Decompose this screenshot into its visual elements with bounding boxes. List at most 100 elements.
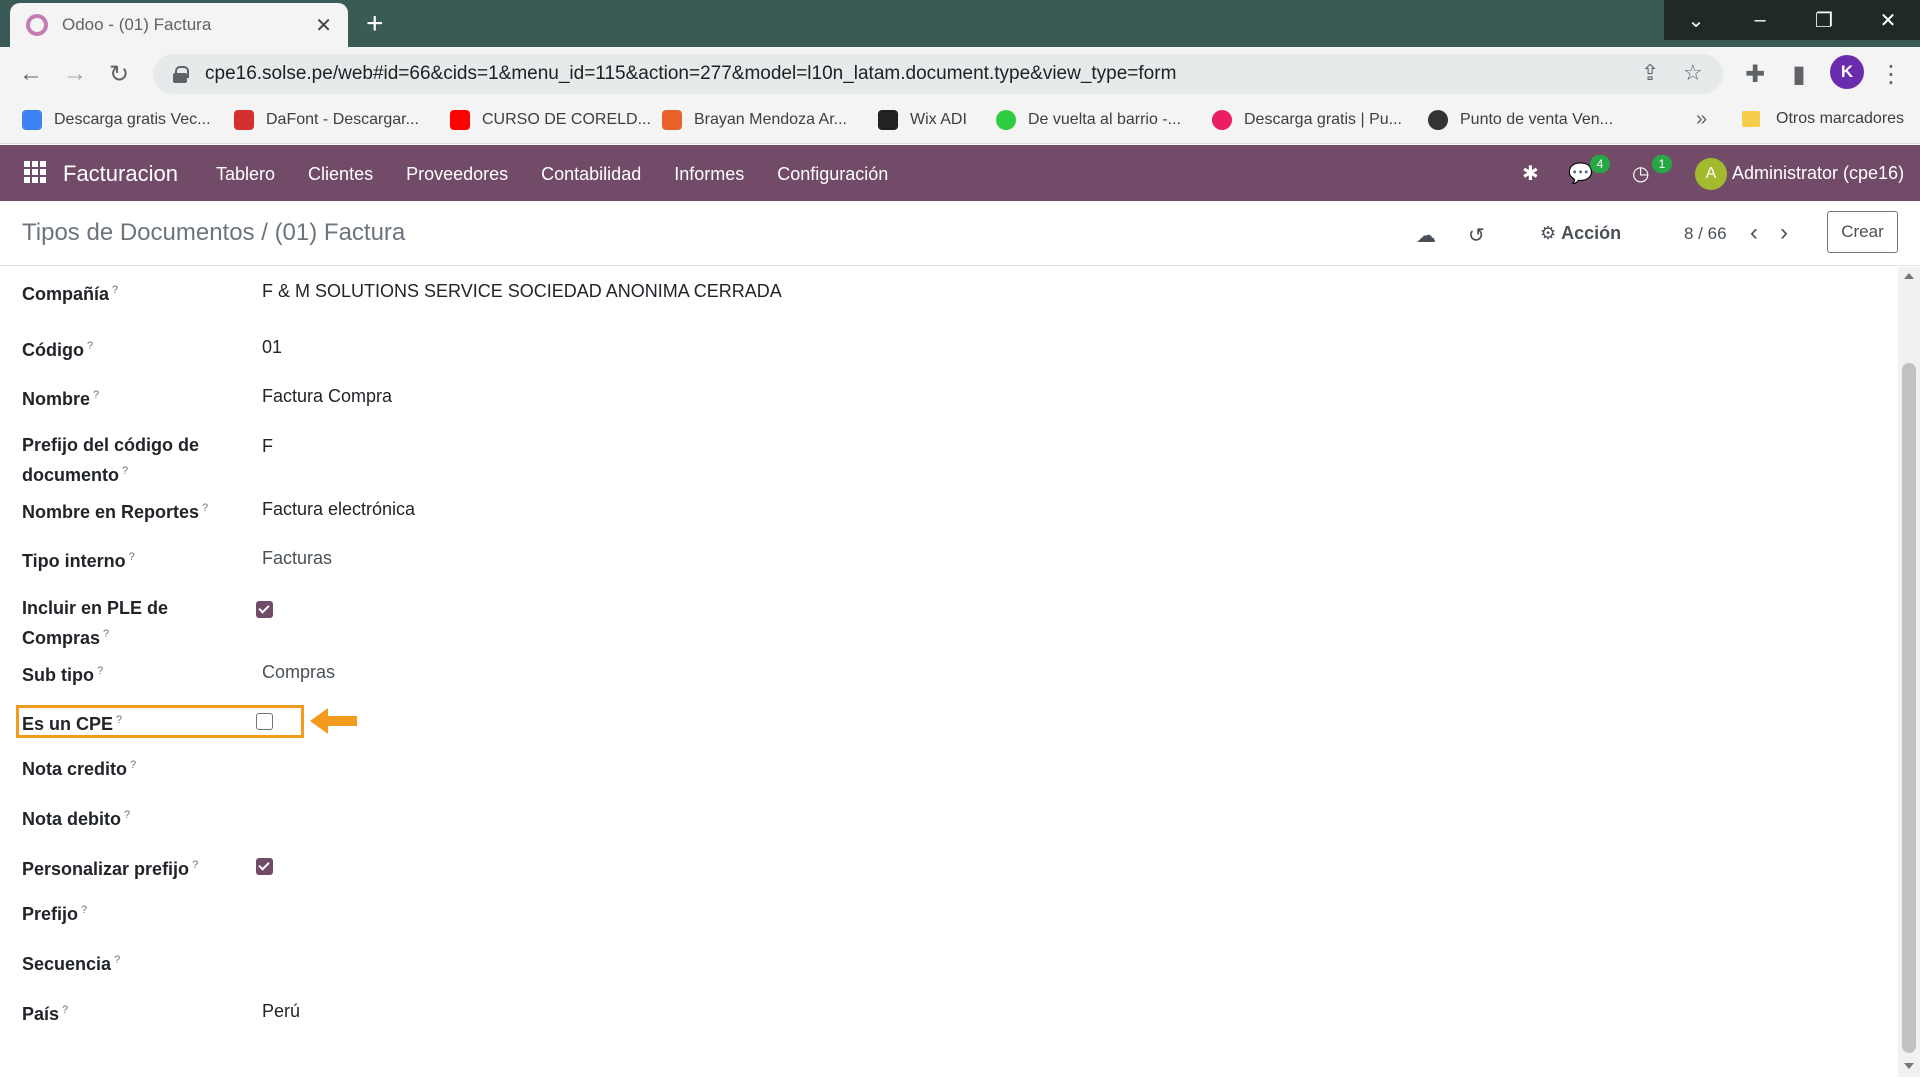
gear-icon: ⚙ xyxy=(1540,223,1557,243)
activities-badge: 1 xyxy=(1652,155,1672,173)
browser-toolbar: ← → ↻ cpe16.solse.pe/web#id=66&cids=1&me… xyxy=(0,47,1920,100)
field-value-nombre[interactable]: Factura Compra xyxy=(262,386,392,407)
main-menu: Tablero Clientes Proveedores Contabilida… xyxy=(216,164,921,185)
discard-undo-icon[interactable]: ↺ xyxy=(1468,223,1485,248)
bookmark-item[interactable]: Descarga gratis | Pu... xyxy=(1212,110,1402,130)
youtube-icon xyxy=(450,110,470,130)
field-label: Incluir en PLE de Compras? xyxy=(22,598,169,648)
bookmark-favicon-icon xyxy=(1428,110,1448,130)
extensions-icon[interactable]: ✚ xyxy=(1740,59,1770,89)
tab-search-icon[interactable]: ⌄ xyxy=(1664,0,1728,40)
field-label: Nombre? xyxy=(22,389,100,409)
save-cloud-icon[interactable]: ☁ xyxy=(1416,223,1436,248)
forward-icon[interactable]: → xyxy=(60,59,90,89)
bookmark-star-icon[interactable]: ☆ xyxy=(1683,60,1703,86)
close-tab-icon[interactable]: ✕ xyxy=(315,13,332,38)
user-menu[interactable]: Administrator (cpe16) xyxy=(1732,163,1904,184)
side-panel-icon[interactable]: ▮ xyxy=(1784,59,1814,89)
field-value-nombre-reportes[interactable]: Factura electrónica xyxy=(262,499,415,520)
personalizar-prefijo-checkbox[interactable] xyxy=(256,858,273,875)
url-text[interactable]: cpe16.solse.pe/web#id=66&cids=1&menu_id=… xyxy=(205,63,1176,85)
browser-tab[interactable]: Odoo - (01) Factura ✕ xyxy=(10,3,348,47)
menu-item-configuracion[interactable]: Configuración xyxy=(777,164,888,185)
scroll-down-icon[interactable] xyxy=(1904,1063,1914,1069)
address-bar[interactable]: cpe16.solse.pe/web#id=66&cids=1&menu_id=… xyxy=(153,54,1723,94)
browser-tab-bar: Odoo - (01) Factura ✕ + ⌄ – ❐ ✕ xyxy=(0,0,1920,47)
document-type-form: Compañía? F & M SOLUTIONS SERVICE SOCIED… xyxy=(0,267,1896,1077)
field-label: Prefijo? xyxy=(22,904,88,924)
reload-icon[interactable]: ↻ xyxy=(104,59,134,89)
bookmark-favicon-icon xyxy=(1212,110,1232,130)
bookmark-item[interactable]: De vuelta al barrio -... xyxy=(996,110,1181,130)
chrome-menu-icon[interactable]: ⋮ xyxy=(1876,59,1906,89)
back-icon[interactable]: ← xyxy=(16,59,46,89)
activities-clock-icon[interactable]: ◷ xyxy=(1632,161,1649,186)
pager-value[interactable]: 8 / 66 xyxy=(1684,224,1727,244)
field-value-tipo-interno[interactable]: Facturas xyxy=(262,548,332,569)
annotation-arrow-icon xyxy=(310,708,358,734)
menu-item-informes[interactable]: Informes xyxy=(674,164,744,185)
annotation-highlight-box xyxy=(16,705,304,738)
field-label: Nota debito? xyxy=(22,809,131,829)
odoo-favicon-icon xyxy=(26,14,48,36)
pager-previous-icon[interactable]: ‹ xyxy=(1750,219,1758,247)
field-label: Compañía? xyxy=(22,284,119,304)
bookmark-item[interactable]: CURSO DE CORELD... xyxy=(450,110,651,130)
bookmark-favicon-icon xyxy=(22,110,42,130)
user-avatar[interactable]: A xyxy=(1695,158,1727,190)
incluir-ple-checkbox[interactable] xyxy=(256,601,273,618)
other-bookmarks[interactable]: Otros marcadores xyxy=(1742,110,1904,128)
field-label: Nombre en Reportes? xyxy=(22,502,209,522)
bookmark-item[interactable]: DaFont - Descargar... xyxy=(234,110,419,130)
profile-avatar[interactable]: K xyxy=(1830,55,1864,89)
messages-badge: 4 xyxy=(1590,155,1610,173)
lock-icon xyxy=(173,66,189,83)
field-label: País? xyxy=(22,1004,69,1024)
bookmarks-bar: Descarga gratis Vec... DaFont - Descarga… xyxy=(0,100,1920,144)
action-label: Acción xyxy=(1561,223,1622,243)
wix-icon xyxy=(878,110,898,130)
apps-menu-icon[interactable] xyxy=(24,161,46,183)
bookmark-item[interactable]: Brayan Mendoza Ar... xyxy=(662,110,847,130)
create-button[interactable]: Crear xyxy=(1827,211,1898,253)
folder-icon xyxy=(1742,111,1760,127)
field-label: Código? xyxy=(22,340,94,360)
field-label: Nota credito? xyxy=(22,759,137,779)
tab-title: Odoo - (01) Factura xyxy=(62,15,212,34)
field-label: Secuencia? xyxy=(22,954,121,974)
action-menu-button[interactable]: ⚙ Acción xyxy=(1540,223,1621,244)
field-label: Personalizar prefijo? xyxy=(22,859,199,879)
more-bookmarks-icon[interactable]: » xyxy=(1696,108,1707,131)
menu-item-clientes[interactable]: Clientes xyxy=(308,164,373,185)
menu-item-proveedores[interactable]: Proveedores xyxy=(406,164,508,185)
new-tab-icon[interactable]: + xyxy=(366,5,384,43)
app-name[interactable]: Facturacion xyxy=(63,161,178,187)
field-value-prefijo-codigo[interactable]: F xyxy=(262,436,273,457)
field-label: Sub tipo? xyxy=(22,665,104,685)
bookmark-item[interactable]: Wix ADI xyxy=(878,110,967,130)
bookmark-item[interactable]: Punto de venta Ven... xyxy=(1428,110,1613,130)
share-icon[interactable]: ⇪ xyxy=(1641,60,1659,86)
odoo-navbar: Facturacion Tablero Clientes Proveedores… xyxy=(0,145,1920,201)
gitlab-icon xyxy=(662,110,682,130)
restore-icon[interactable]: ❐ xyxy=(1792,0,1856,40)
field-value-pais[interactable]: Perú xyxy=(262,1001,300,1022)
field-value-codigo[interactable]: 01 xyxy=(262,337,282,358)
field-label: Prefijo del código de documento? xyxy=(22,435,200,485)
menu-item-contabilidad[interactable]: Contabilidad xyxy=(541,164,641,185)
bookmark-item[interactable]: Descarga gratis Vec... xyxy=(22,110,211,130)
scroll-up-icon[interactable] xyxy=(1904,273,1914,279)
field-value-sub-tipo[interactable]: Compras xyxy=(262,662,335,683)
bookmark-favicon-icon xyxy=(234,110,254,130)
close-window-icon[interactable]: ✕ xyxy=(1856,0,1920,40)
form-scrollbar[interactable] xyxy=(1898,267,1920,1077)
debug-bug-icon[interactable]: ✱ xyxy=(1522,161,1539,186)
field-value-compania[interactable]: F & M SOLUTIONS SERVICE SOCIEDAD ANONIMA… xyxy=(262,281,782,302)
field-label: Tipo interno? xyxy=(22,551,135,571)
pager-next-icon[interactable]: › xyxy=(1780,219,1788,247)
breadcrumb[interactable]: Tipos de Documentos / (01) Factura xyxy=(22,219,405,247)
play-icon xyxy=(996,110,1016,130)
scroll-thumb[interactable] xyxy=(1902,363,1916,1053)
menu-item-tablero[interactable]: Tablero xyxy=(216,164,275,185)
minimize-icon[interactable]: – xyxy=(1728,0,1792,40)
